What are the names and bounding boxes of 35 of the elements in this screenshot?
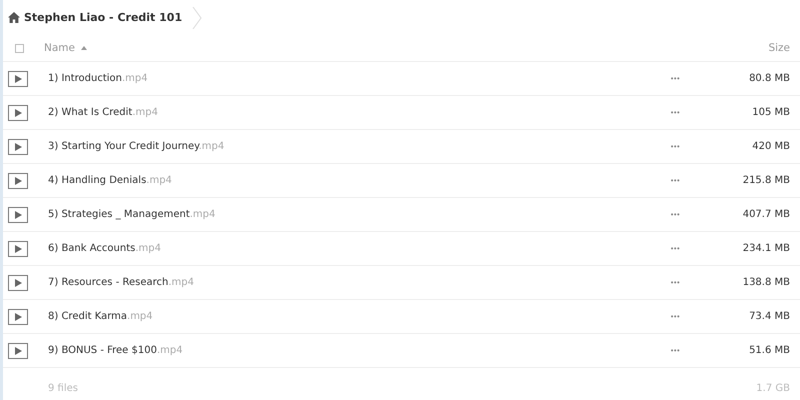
file-count: 9 files [48,383,78,394]
file-size: 51.6 MB [748,345,790,356]
file-size: 138.8 MB [742,277,790,288]
total-size: 1.7 GB [756,383,790,394]
file-name[interactable]: 8) Credit Karma.mp4 [48,311,670,322]
file-size: 215.8 MB [742,175,790,186]
play-icon[interactable] [8,240,28,256]
file-size: 73.4 MB [748,311,790,322]
file-size: 105 MB [751,107,790,118]
play-icon[interactable] [8,172,28,188]
home-icon [8,12,20,23]
file-name[interactable]: 2) What Is Credit.mp4 [48,107,670,118]
play-icon[interactable] [8,308,28,324]
file-name[interactable]: 4) Handling Denials.mp4 [48,175,670,186]
file-name[interactable]: 7) Resources - Research.mp4 [48,277,670,288]
file-size: 234.1 MB [742,243,790,254]
play-icon[interactable] [8,104,28,120]
play-icon[interactable] [8,70,28,86]
chevron-icon [192,6,202,28]
breadcrumb-title[interactable]: Stephen Liao - Credit 101 [24,11,182,24]
file-name[interactable]: 6) Bank Accounts.mp4 [48,243,670,254]
file-name[interactable]: 1) Introduction.mp4 [48,73,670,84]
file-size: 420 MB [751,141,790,152]
column-header[interactable]: Size [768,42,790,54]
file-name[interactable]: 5) Strategies _ Management.mp4 [48,209,670,220]
play-icon[interactable] [8,274,28,290]
file-size: 80.8 MB [748,73,790,84]
file-name[interactable]: 3) Starting Your Credit Journey.mp4 [48,141,670,152]
select-all-checkbox[interactable] [15,44,24,52]
file-size: 407.7 MB [742,209,790,220]
play-icon[interactable] [8,206,28,222]
column-header[interactable]: Name [44,42,75,54]
file-name[interactable]: 9) BONUS - Free $100.mp4 [48,345,670,356]
play-icon[interactable] [8,342,28,358]
play-icon[interactable] [8,138,28,154]
